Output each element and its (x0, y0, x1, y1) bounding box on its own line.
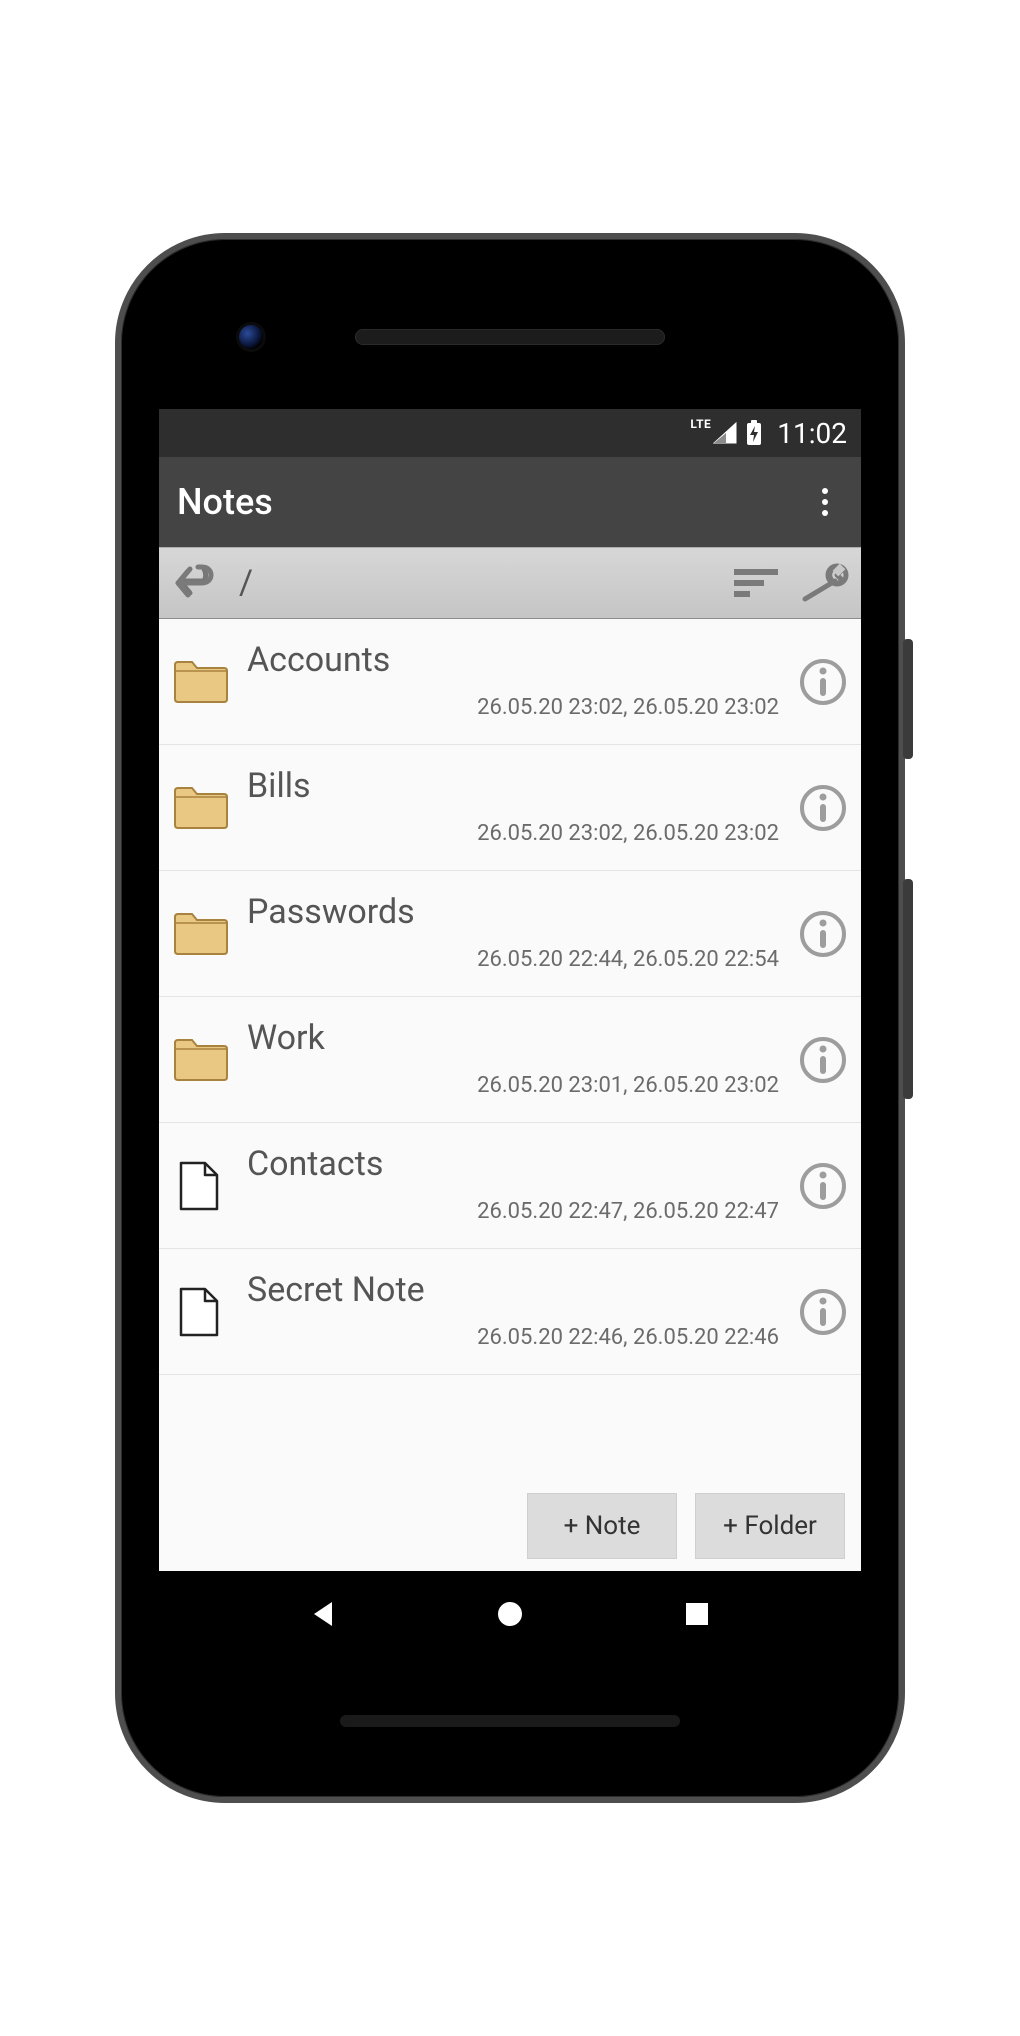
sort-button[interactable] (729, 559, 785, 607)
status-clock: 11:02 (777, 417, 847, 450)
info-button[interactable] (795, 906, 851, 962)
list-item[interactable]: Contacts 26.05.20 22:47, 26.05.20 22:47 (159, 1123, 861, 1249)
square-recents-icon (684, 1601, 710, 1627)
app-bar: Notes (159, 457, 861, 547)
signal-icon (713, 422, 737, 444)
android-nav-bar (159, 1571, 861, 1657)
add-note-button[interactable]: + Note (527, 1493, 677, 1559)
folder-icon (173, 655, 247, 709)
list-item[interactable]: Secret Note 26.05.20 22:46, 26.05.20 22:4… (159, 1249, 861, 1375)
nav-home-button[interactable] (487, 1591, 533, 1637)
network-label: LTE (690, 418, 711, 430)
chin-speaker-slot (340, 1715, 680, 1727)
list-item[interactable]: Accounts 26.05.20 23:02, 26.05.20 23:02 (159, 619, 861, 745)
info-icon (799, 658, 847, 706)
notes-list[interactable]: Accounts26.05.20 23:02, 26.05.20 23:02Bi… (159, 619, 861, 1375)
toolbar: / (159, 547, 861, 619)
info-icon (799, 1036, 847, 1084)
item-timestamps: 26.05.20 22:46, 26.05.20 22:46 (247, 1325, 795, 1350)
info-button[interactable] (795, 1158, 851, 1214)
folder-icon (173, 907, 247, 961)
battery-charging-icon (745, 420, 763, 446)
phone-side-button (903, 879, 913, 1099)
item-timestamps: 26.05.20 23:02, 26.05.20 23:02 (247, 695, 795, 720)
info-button[interactable] (795, 780, 851, 836)
list-item[interactable]: Work 26.05.20 23:01, 26.05.20 23:02 (159, 997, 861, 1123)
phone-side-button (903, 639, 913, 759)
note-icon (173, 1285, 247, 1339)
nav-recents-button[interactable] (674, 1591, 720, 1637)
add-note-label: + Note (564, 1511, 641, 1541)
list-item[interactable]: Bills 26.05.20 23:02, 26.05.20 23:02 (159, 745, 861, 871)
info-button[interactable] (795, 1284, 851, 1340)
item-title: Bills (247, 769, 795, 803)
info-icon (799, 784, 847, 832)
triangle-back-icon (308, 1599, 338, 1629)
overflow-menu-button[interactable] (805, 480, 845, 524)
screen: LTE 11:02 Notes (159, 409, 861, 1657)
front-camera (239, 325, 263, 349)
bottom-actions: + Note + Folder (527, 1493, 845, 1559)
circle-home-icon (495, 1599, 525, 1629)
add-folder-label: + Folder (723, 1511, 817, 1541)
folder-icon (173, 781, 247, 835)
item-title: Contacts (247, 1147, 795, 1181)
item-title: Secret Note (247, 1273, 795, 1307)
item-title: Work (247, 1021, 795, 1055)
add-folder-button[interactable]: + Folder (695, 1493, 845, 1559)
wrench-icon (797, 563, 849, 603)
nav-back-button[interactable] (300, 1591, 346, 1637)
item-title: Accounts (247, 643, 795, 677)
back-arrow-icon (174, 563, 220, 603)
back-button[interactable] (169, 559, 225, 607)
item-timestamps: 26.05.20 23:02, 26.05.20 23:02 (247, 821, 795, 846)
info-icon (799, 1288, 847, 1336)
app-title: Notes (177, 481, 273, 523)
folder-icon (173, 1033, 247, 1087)
earpiece-speaker (355, 329, 665, 345)
item-timestamps: 26.05.20 22:47, 26.05.20 22:47 (247, 1199, 795, 1224)
settings-button[interactable] (795, 559, 851, 607)
item-timestamps: 26.05.20 22:44, 26.05.20 22:54 (247, 947, 795, 972)
phone-frame: LTE 11:02 Notes (115, 233, 905, 1803)
sort-icon (732, 565, 782, 601)
info-button[interactable] (795, 654, 851, 710)
list-item[interactable]: Passwords 26.05.20 22:44, 26.05.20 22:54 (159, 871, 861, 997)
note-icon (173, 1159, 247, 1213)
info-icon (799, 910, 847, 958)
info-icon (799, 1162, 847, 1210)
item-timestamps: 26.05.20 23:01, 26.05.20 23:02 (247, 1073, 795, 1098)
item-title: Passwords (247, 895, 795, 929)
info-button[interactable] (795, 1032, 851, 1088)
breadcrumb-path: / (239, 563, 253, 603)
status-bar: LTE 11:02 (159, 409, 861, 457)
